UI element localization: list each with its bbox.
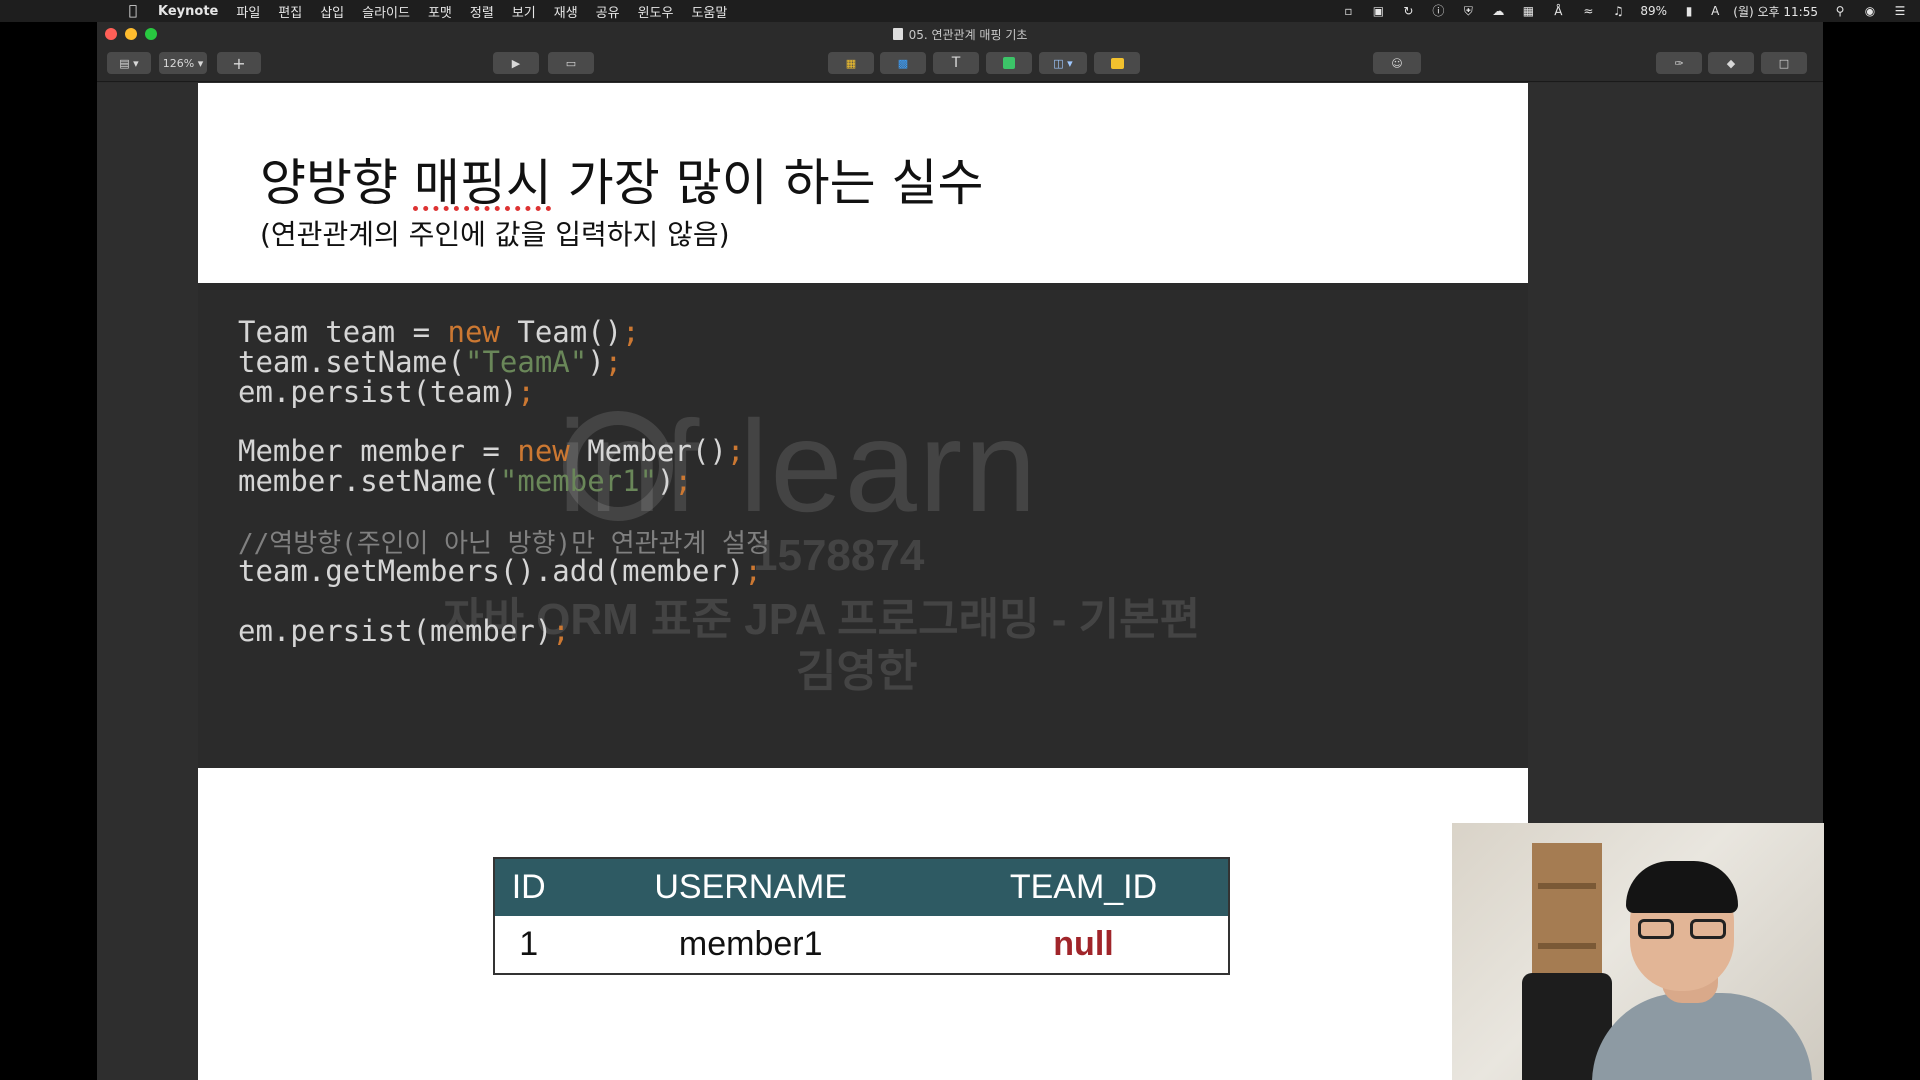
chart-button[interactable]: ▩ [880, 52, 926, 74]
table-row: 1 member1 null [494, 916, 1229, 974]
db-table[interactable]: ID USERNAME TEAM_ID 1 member1 null [493, 857, 1230, 975]
document-button[interactable]: □ [1761, 52, 1807, 74]
document-title: 05. 연관관계 매핑 기초 [97, 26, 1823, 43]
code-line-4: Member member = new Member(); [238, 434, 745, 468]
table-header-id: ID [494, 858, 563, 916]
table-cell-username: member1 [562, 916, 940, 974]
title-part-spellcheck: 매핑시 [413, 154, 552, 212]
menu-format[interactable]: 포맷 [428, 2, 452, 21]
notes-icon[interactable]: ▫ [1340, 4, 1356, 18]
volume-icon[interactable]: ♫ [1610, 4, 1626, 18]
table-header-row: ID USERNAME TEAM_ID [494, 858, 1229, 916]
table-button[interactable]: ▦ [828, 52, 874, 74]
menu-app-name[interactable]: Keynote [158, 4, 218, 19]
info-icon[interactable]: ⓘ [1430, 4, 1446, 18]
sync-icon[interactable]: ↻ [1400, 4, 1416, 18]
toolbar: ▤ ▾ 126% ▾ + ▶ ▭ ▦ ▩ T ◫ ▾ ☺ ✑ ◆ □ [97, 44, 1823, 82]
slide[interactable]: 양방향 매핑시 가장 많이 하는 실수 (연관관계의 주인에 값을 입력하지 않… [198, 83, 1528, 1080]
menu-bar:  Keynote 파일 편집 삽입 슬라이드 포맷 정렬 보기 재생 공유 윈… [0, 0, 1920, 22]
menu-play[interactable]: 재생 [554, 2, 578, 21]
text-icon: T [951, 55, 961, 71]
watermark-user-id: 1578874 [753, 531, 925, 580]
webcam-presenter-body [1592, 993, 1812, 1080]
table-cell-team-id: null [939, 916, 1229, 974]
bluetooth-icon[interactable]: Å [1550, 4, 1566, 18]
menu-edit[interactable]: 편집 [278, 2, 302, 21]
screen-record-icon[interactable]: ▣ [1370, 4, 1386, 18]
menu-view[interactable]: 보기 [512, 2, 536, 21]
shape-button[interactable] [986, 52, 1032, 74]
webcam-presenter-hair [1626, 861, 1738, 913]
zoom-value: 126% [162, 56, 195, 70]
title-part-1: 양방향 [260, 154, 414, 212]
webcam-presenter-glasses [1638, 919, 1728, 941]
shape-icon [1003, 57, 1015, 69]
text-button[interactable]: T [933, 52, 979, 74]
menu-arrange[interactable]: 정렬 [470, 2, 494, 21]
format-button[interactable]: ✑ [1656, 52, 1702, 74]
media-button[interactable]: ◫ ▾ [1039, 52, 1087, 74]
status-area: ▫ ▣ ↻ ⓘ ⛨ ☁ ▦ Å ≈ ♫ 89% ▮ A (월) 오후 11:55… [1340, 0, 1908, 22]
slide-subtitle[interactable]: (연관관계의 주인에 값을 입력하지 않음) [260, 213, 730, 253]
code-line-2: team.setName("TeamA"); [238, 345, 623, 379]
table-header-team-id: TEAM_ID [939, 858, 1229, 916]
watermark-author: 김영한 [796, 647, 918, 696]
title-bar: 05. 연관관계 매핑 기초 [97, 22, 1823, 44]
comment-icon [1110, 57, 1124, 69]
comment-button[interactable] [1094, 52, 1140, 74]
slide-title[interactable]: 양방향 매핑시 가장 많이 하는 실수 [260, 143, 983, 215]
menu-insert[interactable]: 삽입 [320, 2, 344, 21]
input-source[interactable]: A [1711, 4, 1719, 18]
wifi-icon[interactable]: ≈ [1580, 4, 1596, 18]
cloud-icon[interactable]: ☁ [1490, 4, 1506, 18]
battery-percent[interactable]: 89% [1640, 4, 1667, 18]
title-part-2: 가장 많이 하는 실수 [551, 154, 984, 212]
code-line-3: em.persist(team); [238, 375, 535, 409]
clock[interactable]: (월) 오후 11:55 [1733, 3, 1818, 20]
menu-file[interactable]: 파일 [236, 2, 260, 21]
table-header-username: USERNAME [562, 858, 940, 916]
table-cell-id: 1 [494, 916, 563, 974]
zoom-button[interactable]: 126% ▾ [159, 52, 207, 74]
code-block[interactable]: inf learn 1578874 자바 ORM 표준 JPA 프로그래밍 - … [198, 283, 1528, 768]
code-line-7: team.getMembers().add(member); [238, 554, 762, 588]
view-menu-button[interactable]: ▤ ▾ [107, 52, 151, 74]
menu-share[interactable]: 공유 [596, 2, 620, 21]
keynote-live-button[interactable]: ▭ [548, 52, 594, 74]
notification-center-icon[interactable]: ☰ [1892, 4, 1908, 18]
menu-help[interactable]: 도움말 [691, 2, 727, 21]
add-slide-button[interactable]: + [217, 52, 261, 74]
document-icon [892, 28, 903, 40]
play-button[interactable]: ▶ [493, 52, 539, 74]
grid-icon[interactable]: ▦ [1520, 4, 1536, 18]
collaborate-button[interactable]: ☺ [1373, 52, 1421, 74]
menu-window[interactable]: 윈도우 [638, 2, 674, 21]
siri-icon[interactable]: ◉ [1862, 4, 1878, 18]
code-line-8: em.persist(member); [238, 614, 570, 648]
document-title-text: 05. 연관관계 매핑 기초 [908, 28, 1028, 42]
animate-button[interactable]: ◆ [1708, 52, 1754, 74]
code-line-1: Team team = new Team(); [238, 315, 640, 349]
code-line-5: member.setName("member1"); [238, 464, 692, 498]
battery-icon[interactable]: ▮ [1681, 4, 1697, 18]
menu-slide[interactable]: 슬라이드 [362, 2, 410, 21]
apple-menu-icon[interactable]:  [122, 3, 144, 19]
webcam-overlay [1452, 823, 1824, 1080]
search-icon[interactable]: ⚲ [1832, 4, 1848, 18]
shield-icon[interactable]: ⛨ [1460, 4, 1476, 18]
